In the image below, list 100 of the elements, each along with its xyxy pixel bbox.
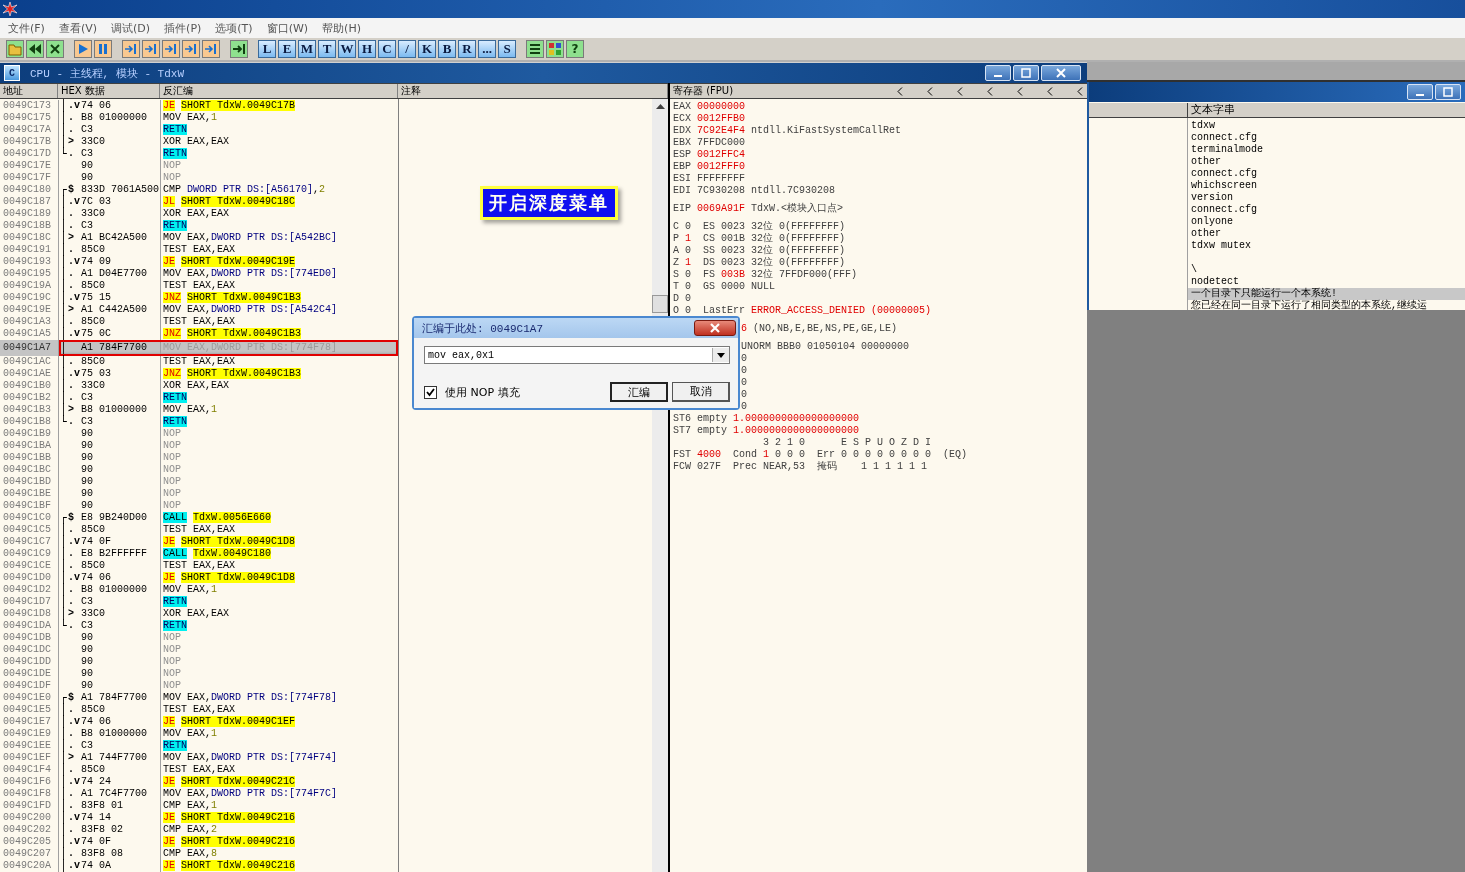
string-row[interactable]: other — [1188, 228, 1465, 240]
toolbar-button[interactable] — [74, 40, 92, 58]
toolbar-button[interactable]: T — [318, 40, 336, 58]
chevron-left-icon[interactable] — [897, 86, 903, 96]
toolbar-button[interactable] — [142, 40, 160, 58]
string-row[interactable]: whichscreen — [1188, 180, 1465, 192]
menu-item[interactable]: 帮助(H) — [320, 20, 363, 36]
disassembly-cell-text: CMP EAX,2 — [162, 824, 219, 836]
flow-mark: . — [68, 416, 74, 428]
bracket-line: │ — [60, 124, 67, 136]
column-header[interactable]: 注释 — [398, 84, 668, 98]
bracket-line: │ — [60, 740, 67, 752]
toolbar-button[interactable]: M — [298, 40, 316, 58]
flow-mark: . — [68, 280, 74, 292]
toolbar-button[interactable] — [202, 40, 220, 58]
maximize-button[interactable] — [1013, 65, 1039, 81]
flow-mark: .v — [68, 368, 80, 380]
toolbar-button[interactable]: B — [438, 40, 456, 58]
disassembly-cell-text: JL SHORT TdxW.0049C18C — [162, 196, 297, 208]
disassembly-cell-text: NOP — [162, 644, 182, 656]
toolbar-button[interactable]: E — [278, 40, 296, 58]
toolbar-button[interactable] — [122, 40, 140, 58]
disassembly-cell-text: JE SHORT TdxW.0049C19E — [162, 256, 297, 268]
flow-mark: > — [68, 304, 74, 316]
menu-item[interactable]: 文件(F) — [6, 20, 47, 36]
chevron-left-icon[interactable] — [1077, 86, 1083, 96]
menu-item[interactable]: 查看(V) — [56, 20, 100, 36]
flow-mark: . — [68, 620, 74, 632]
string-row[interactable]: connect.cfg — [1188, 132, 1465, 144]
string-row[interactable]: tdxw — [1188, 120, 1465, 132]
menu-item[interactable]: 选项(T) — [213, 20, 255, 36]
minimize-icon — [1416, 94, 1424, 96]
column-header[interactable]: 反汇编 — [160, 84, 398, 98]
string-row[interactable]: 一个目录下只能运行一个本系统! — [1188, 288, 1465, 300]
disassembly-cell-text: XOR EAX,EAX — [162, 136, 230, 148]
bracket-line: │ — [60, 208, 67, 220]
checkbox[interactable]: 使用 NOP 填充 — [424, 384, 520, 400]
disassembly-cell-text: JE SHORT TdxW.0049C1D8 — [162, 536, 297, 548]
toolbar-button[interactable]: ... — [478, 40, 496, 58]
string-row[interactable]: \ — [1188, 264, 1465, 276]
disassembly-cell-text: RETN — [162, 148, 189, 160]
string-row[interactable]: tdxw mutex — [1188, 240, 1465, 252]
register-line: T 0 GS 0000 NULL — [673, 281, 776, 293]
bracket-line: │ — [60, 100, 67, 112]
combo-box[interactable]: mov eax,0x1 — [424, 346, 730, 364]
column-header[interactable]: 地址 — [0, 84, 58, 98]
string-row[interactable]: other — [1188, 156, 1465, 168]
menu-item[interactable]: 插件(P) — [162, 20, 204, 36]
chevron-left-icon[interactable] — [987, 86, 993, 96]
help-button[interactable]: ? — [566, 40, 584, 58]
string-row[interactable]: connect.cfg — [1188, 204, 1465, 216]
toolbar-button[interactable]: H — [358, 40, 376, 58]
toolbar-button[interactable] — [230, 40, 248, 58]
toolbar-button[interactable] — [46, 40, 64, 58]
toolbar-button[interactable] — [94, 40, 112, 58]
register-line: ST7 empty 1.0000000000000000000 — [673, 425, 860, 437]
bracket-line: │ — [60, 268, 67, 280]
toolbar-button[interactable]: K — [418, 40, 436, 58]
close-button[interactable] — [694, 320, 736, 336]
chevron-left-icon[interactable] — [1047, 86, 1053, 96]
flow-mark: .v — [68, 100, 80, 112]
disassembly-cell-text: TEST EAX,EAX — [162, 560, 236, 572]
flow-mark: .v — [68, 716, 80, 728]
disassembly-cell-text: NOP — [162, 668, 182, 680]
chevron-left-icon[interactable] — [957, 86, 963, 96]
toolbar-button[interactable]: / — [398, 40, 416, 58]
column-header[interactable]: 文本字串 — [1188, 103, 1235, 117]
address-cell: 0049C20A — [0, 860, 59, 872]
scroll-thumb[interactable] — [652, 295, 668, 313]
toolbar-button[interactable]: S — [498, 40, 516, 58]
minimize-button[interactable] — [985, 65, 1011, 81]
chevron-left-icon[interactable] — [927, 86, 933, 96]
string-row[interactable]: 您已经在同一目录下运行了相同类型的本系统,继续运 — [1188, 300, 1465, 310]
string-row[interactable]: connect.cfg — [1188, 168, 1465, 180]
string-row[interactable]: onlyone — [1188, 216, 1465, 228]
chevron-left-icon[interactable] — [1017, 86, 1023, 96]
menu-item[interactable]: 调试(D) — [109, 20, 153, 36]
toolbar-button[interactable] — [182, 40, 200, 58]
flow-mark: . — [68, 244, 74, 256]
toolbar-button[interactable]: L — [258, 40, 276, 58]
register-line: ST6 empty 1.0000000000000000000 — [673, 413, 860, 425]
flow-mark: > — [68, 136, 74, 148]
toolbar-button[interactable]: C — [378, 40, 396, 58]
string-row[interactable]: version — [1188, 192, 1465, 204]
maximize-button[interactable] — [1435, 84, 1461, 100]
dialog-button[interactable]: 汇编 — [610, 382, 668, 402]
column-header[interactable]: HEX 数据 — [58, 84, 160, 98]
register-line: 0 — [741, 353, 747, 365]
string-row[interactable]: terminalmode — [1188, 144, 1465, 156]
toolbar-button[interactable]: W — [338, 40, 356, 58]
toolbar-button[interactable] — [546, 40, 564, 58]
minimize-button[interactable] — [1407, 84, 1433, 100]
toolbar-button[interactable]: R — [458, 40, 476, 58]
toolbar-button[interactable] — [26, 40, 44, 58]
string-row[interactable]: nodetect — [1188, 276, 1465, 288]
toolbar-button[interactable] — [526, 40, 544, 58]
toolbar-button[interactable] — [162, 40, 180, 58]
dialog-button[interactable]: 取消 — [672, 382, 730, 402]
menu-item[interactable]: 窗口(W) — [264, 20, 311, 36]
close-icon — [48, 42, 62, 56]
